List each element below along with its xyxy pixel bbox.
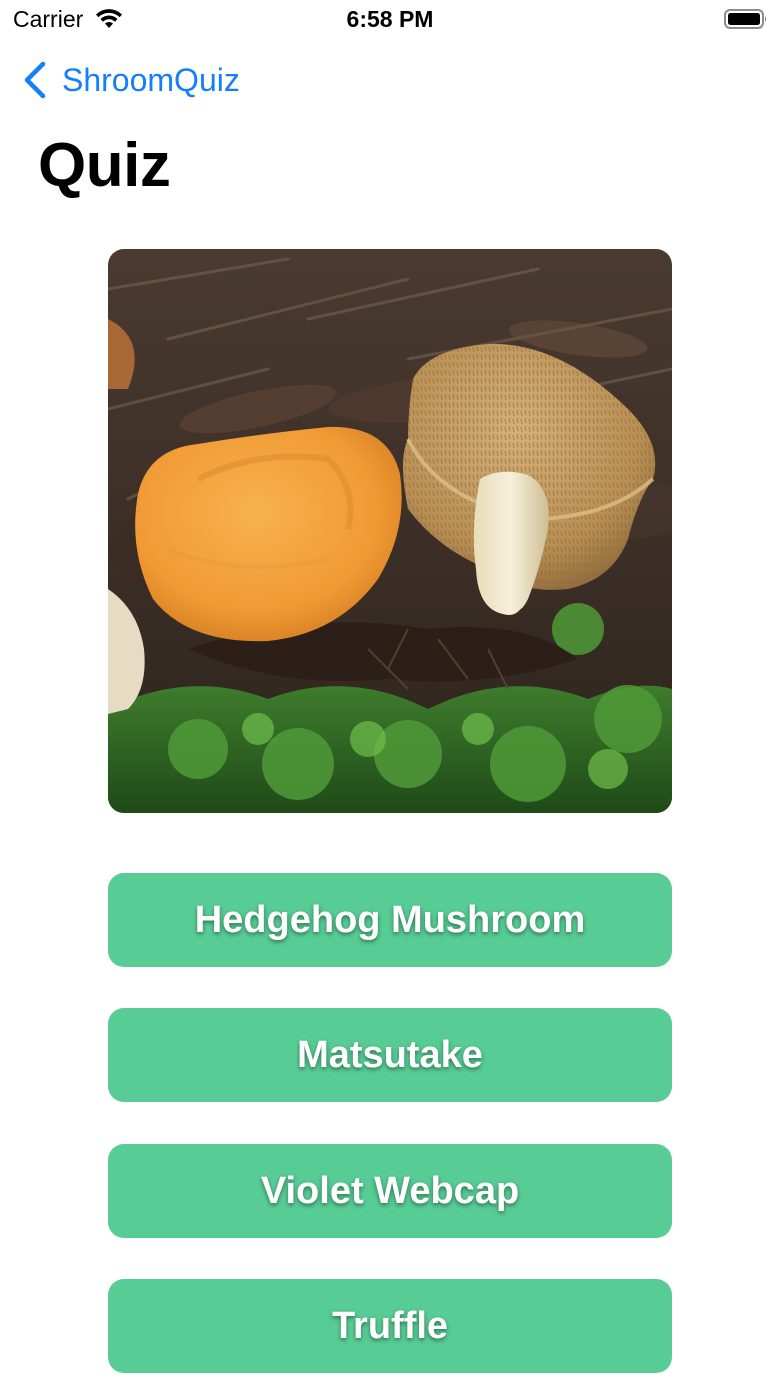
answer-label: Hedgehog Mushroom	[194, 898, 586, 941]
answer-button-violet-webcap[interactable]: Violet Webcap	[108, 1144, 672, 1238]
mushroom-photo-image	[108, 249, 672, 813]
back-button[interactable]: ShroomQuiz	[22, 58, 240, 102]
answer-button-truffle[interactable]: Truffle	[108, 1279, 672, 1373]
chevron-left-icon	[24, 61, 46, 99]
answer-label: Matsutake	[297, 1033, 483, 1076]
mushroom-photo	[108, 249, 672, 813]
status-bar: Carrier 6:58 PM	[0, 0, 780, 40]
status-time: 6:58 PM	[346, 6, 434, 32]
back-button-label: ShroomQuiz	[62, 61, 240, 98]
answer-button-matsutake[interactable]: Matsutake	[108, 1008, 672, 1102]
answer-label: Truffle	[331, 1304, 449, 1347]
page-title: Quiz	[38, 131, 171, 200]
answer-label: Violet Webcap	[260, 1169, 520, 1212]
answer-button-hedgehog-mushroom[interactable]: Hedgehog Mushroom	[108, 873, 672, 967]
battery-icon	[724, 9, 767, 29]
